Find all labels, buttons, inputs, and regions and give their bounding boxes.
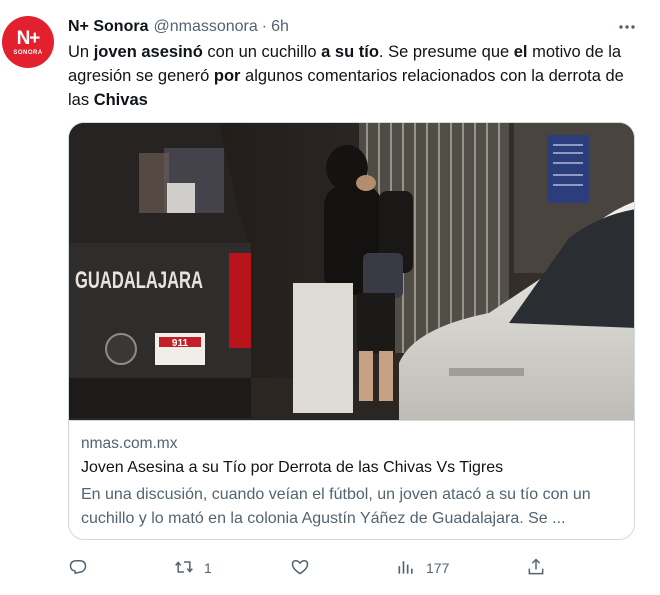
card-info[interactable]: nmas.com.mx Joven Asesina a su Tío por D… bbox=[69, 420, 634, 539]
tweet-text-part: con un cuchillo bbox=[202, 43, 322, 61]
tweet-header: N+ Sonora @nmassonora · 6h bbox=[68, 16, 289, 38]
author-name[interactable]: N+ Sonora bbox=[68, 18, 148, 36]
link-card[interactable]: 911 GUADALAJARA nmas.com.mx Joven Asesin… bbox=[68, 122, 635, 540]
tweet-text-bold: el bbox=[513, 43, 528, 61]
retweet-icon bbox=[174, 557, 194, 580]
views-button[interactable]: 177 bbox=[396, 556, 449, 580]
reply-button[interactable] bbox=[68, 556, 98, 580]
action-bar: 1 177 bbox=[0, 548, 660, 588]
truck-plate-text: 911 bbox=[172, 338, 189, 349]
timestamp[interactable]: 6h bbox=[271, 18, 289, 36]
tweet-text-bold: Chivas bbox=[93, 91, 148, 109]
news-photo: 911 GUADALAJARA bbox=[69, 123, 634, 420]
avatar-subtitle: SONORA bbox=[13, 49, 43, 56]
avatar[interactable]: N+ SONORA bbox=[2, 16, 54, 68]
card-image[interactable]: 911 GUADALAJARA bbox=[69, 123, 634, 420]
tweet-text: Un joven asesinó con un cuchillo a su tí… bbox=[68, 40, 648, 112]
avatar-logo: N+ bbox=[16, 27, 41, 49]
separator: · bbox=[261, 18, 268, 35]
author-handle[interactable]: @nmassonora bbox=[153, 18, 257, 36]
views-icon bbox=[396, 557, 416, 580]
like-icon bbox=[290, 557, 310, 580]
truck-text: GUADALAJARA bbox=[75, 267, 203, 294]
reply-icon bbox=[68, 557, 88, 580]
share-icon bbox=[526, 557, 546, 580]
card-domain: nmas.com.mx bbox=[81, 435, 178, 452]
views-count: 177 bbox=[426, 560, 450, 576]
more-icon[interactable] bbox=[614, 16, 640, 38]
card-title: Joven Asesina a su Tío por Derrota de la… bbox=[81, 459, 504, 476]
retweet-button[interactable]: 1 bbox=[174, 556, 212, 580]
tweet-text-part: . Se presume que bbox=[378, 43, 514, 61]
tweet-text-bold: a su tío bbox=[321, 43, 379, 61]
retweet-count: 1 bbox=[204, 560, 212, 576]
card-description: En una discusión, cuando veían el fútbol… bbox=[81, 486, 591, 527]
tweet-text-part: Un bbox=[68, 43, 94, 61]
like-button[interactable] bbox=[290, 556, 320, 580]
tweet[interactable]: N+ SONORA N+ Sonora @nmassonora · 6h Un … bbox=[0, 0, 660, 595]
share-button[interactable] bbox=[526, 556, 546, 580]
tweet-text-bold: joven asesinó bbox=[93, 43, 203, 61]
tweet-text-bold: por bbox=[213, 67, 241, 85]
